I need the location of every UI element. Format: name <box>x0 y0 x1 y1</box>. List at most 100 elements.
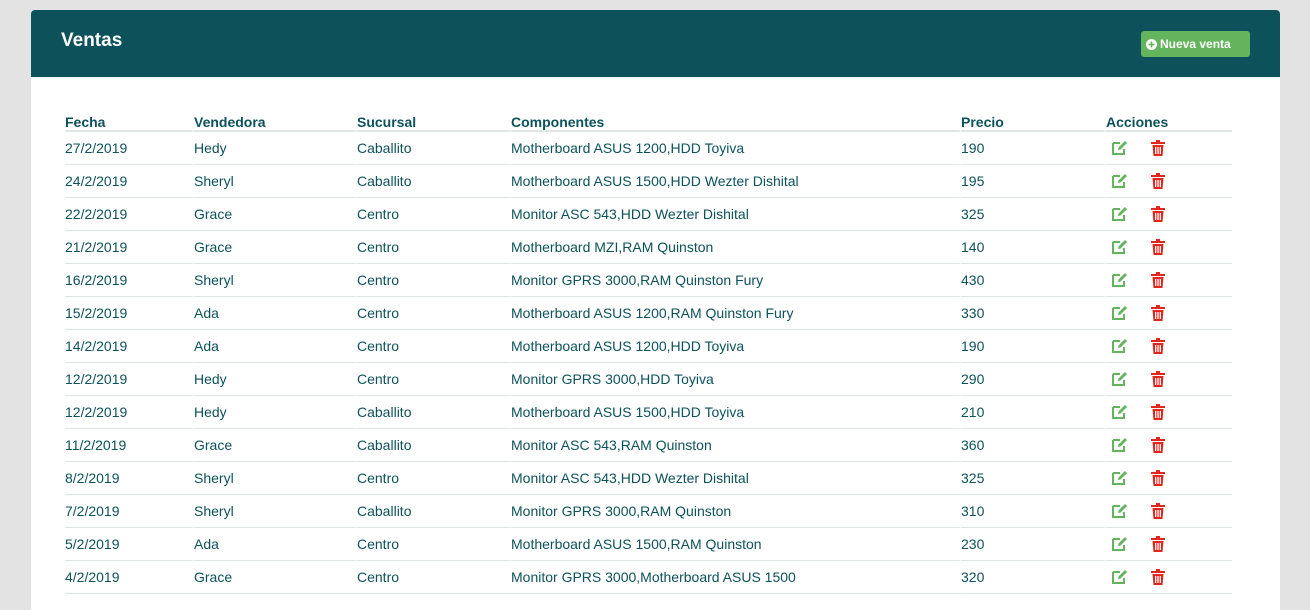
cell-acciones <box>1106 264 1232 297</box>
cell-precio: 330 <box>961 297 1106 330</box>
edit-icon[interactable] <box>1111 205 1129 223</box>
table-row: 21/2/2019 Grace Centro Motherboard MZI,RAM … <box>65 231 1232 264</box>
trash-icon[interactable] <box>1149 403 1167 421</box>
column-header-fecha[interactable]: Fecha <box>65 108 194 132</box>
cell-sucursal: Centro <box>357 297 511 330</box>
cell-fecha: 12/2/2019 <box>65 363 194 396</box>
trash-icon[interactable] <box>1149 436 1167 454</box>
edit-icon[interactable] <box>1111 304 1129 322</box>
cell-precio: 325 <box>961 198 1106 231</box>
cell-vendedora: Grace <box>194 561 357 594</box>
cell-precio: 290 <box>961 363 1106 396</box>
column-header-componentes[interactable]: Componentes <box>511 108 961 132</box>
page-title: Ventas <box>61 30 123 51</box>
cell-acciones <box>1106 396 1232 429</box>
cell-precio: 325 <box>961 462 1106 495</box>
cell-vendedora: Hedy <box>194 363 357 396</box>
row-actions <box>1106 337 1232 355</box>
new-sale-button[interactable]: Nueva venta <box>1141 31 1250 57</box>
table-row: 22/2/2019 Grace Centro Monitor ASC 543,HDD … <box>65 198 1232 231</box>
cell-vendedora: Hedy <box>194 132 357 165</box>
edit-icon[interactable] <box>1111 172 1129 190</box>
cell-componentes: Motherboard ASUS 1200,RAM Quinston Fury <box>511 297 961 330</box>
cell-fecha: 11/2/2019 <box>65 429 194 462</box>
trash-icon[interactable] <box>1149 271 1167 289</box>
edit-icon[interactable] <box>1111 469 1129 487</box>
row-actions <box>1106 469 1232 487</box>
edit-icon[interactable] <box>1111 370 1129 388</box>
cell-fecha: 4/2/2019 <box>65 561 194 594</box>
sales-card: Ventas Nueva venta Fecha Vendedora Sucur… <box>31 10 1280 610</box>
column-header-vendedora[interactable]: Vendedora <box>194 108 357 132</box>
cell-fecha: 15/2/2019 <box>65 297 194 330</box>
row-actions <box>1106 502 1232 520</box>
row-actions <box>1106 370 1232 388</box>
trash-icon[interactable] <box>1149 172 1167 190</box>
cell-componentes: Monitor GPRS 3000,RAM Quinston <box>511 495 961 528</box>
cell-vendedora: Ada <box>194 297 357 330</box>
cell-componentes: Motherboard ASUS 1500,HDD Toyiva <box>511 396 961 429</box>
trash-icon[interactable] <box>1149 205 1167 223</box>
edit-icon[interactable] <box>1111 403 1129 421</box>
table-row: 4/2/2019 Grace Centro Monitor GPRS 3000,Mot… <box>65 561 1232 594</box>
cell-vendedora: Ada <box>194 330 357 363</box>
cell-acciones <box>1106 561 1232 594</box>
edit-icon[interactable] <box>1111 568 1129 586</box>
cell-acciones <box>1106 231 1232 264</box>
trash-icon[interactable] <box>1149 370 1167 388</box>
cell-componentes: Monitor ASC 543,RAM Quinston <box>511 429 961 462</box>
table-header-row: Fecha Vendedora Sucursal Componentes Pre… <box>65 108 1232 132</box>
row-actions <box>1106 139 1232 157</box>
edit-icon[interactable] <box>1111 238 1129 256</box>
trash-icon[interactable] <box>1149 535 1167 553</box>
cell-vendedora: Ada <box>194 528 357 561</box>
table-row: 24/2/2019 Sheryl Caballito Motherboard ASUS… <box>65 165 1232 198</box>
column-header-acciones: Acciones <box>1106 108 1232 132</box>
cell-fecha: 24/2/2019 <box>65 165 194 198</box>
table-row: 8/2/2019 Sheryl Centro Monitor ASC 543,HDD … <box>65 462 1232 495</box>
edit-icon[interactable] <box>1111 271 1129 289</box>
row-actions <box>1106 535 1232 553</box>
cell-vendedora: Sheryl <box>194 165 357 198</box>
cell-acciones <box>1106 495 1232 528</box>
row-actions <box>1106 205 1232 223</box>
cell-fecha: 5/2/2019 <box>65 528 194 561</box>
trash-icon[interactable] <box>1149 568 1167 586</box>
cell-sucursal: Caballito <box>357 495 511 528</box>
trash-icon[interactable] <box>1149 304 1167 322</box>
row-actions <box>1106 568 1232 586</box>
cell-sucursal: Centro <box>357 528 511 561</box>
cell-precio: 360 <box>961 429 1106 462</box>
edit-icon[interactable] <box>1111 535 1129 553</box>
trash-icon[interactable] <box>1149 238 1167 256</box>
trash-icon[interactable] <box>1149 469 1167 487</box>
cell-sucursal: Caballito <box>357 165 511 198</box>
cell-vendedora: Sheryl <box>194 264 357 297</box>
cell-componentes: Motherboard ASUS 1500,RAM Quinston <box>511 528 961 561</box>
edit-icon[interactable] <box>1111 502 1129 520</box>
table-row: 12/2/2019 Hedy Caballito Motherboard ASUS 1… <box>65 396 1232 429</box>
row-actions <box>1106 436 1232 454</box>
trash-icon[interactable] <box>1149 502 1167 520</box>
cell-vendedora: Sheryl <box>194 495 357 528</box>
sales-table: Fecha Vendedora Sucursal Componentes Pre… <box>65 108 1232 594</box>
cell-sucursal: Centro <box>357 561 511 594</box>
table-row: 14/2/2019 Ada Centro Motherboard ASUS 1200,… <box>65 330 1232 363</box>
cell-acciones <box>1106 132 1232 165</box>
trash-icon[interactable] <box>1149 139 1167 157</box>
edit-icon[interactable] <box>1111 337 1129 355</box>
cell-acciones <box>1106 297 1232 330</box>
edit-icon[interactable] <box>1111 436 1129 454</box>
cell-acciones <box>1106 198 1232 231</box>
cell-componentes: Monitor GPRS 3000,RAM Quinston Fury <box>511 264 961 297</box>
cell-sucursal: Centro <box>357 231 511 264</box>
edit-icon[interactable] <box>1111 139 1129 157</box>
column-header-precio[interactable]: Precio <box>961 108 1106 132</box>
cell-componentes: Monitor ASC 543,HDD Wezter Dishital <box>511 462 961 495</box>
cell-fecha: 22/2/2019 <box>65 198 194 231</box>
cell-componentes: Motherboard ASUS 1200,HDD Toyiva <box>511 330 961 363</box>
column-header-sucursal[interactable]: Sucursal <box>357 108 511 132</box>
trash-icon[interactable] <box>1149 337 1167 355</box>
cell-sucursal: Caballito <box>357 429 511 462</box>
table-row: 16/2/2019 Sheryl Centro Monitor GPRS 3000,R… <box>65 264 1232 297</box>
